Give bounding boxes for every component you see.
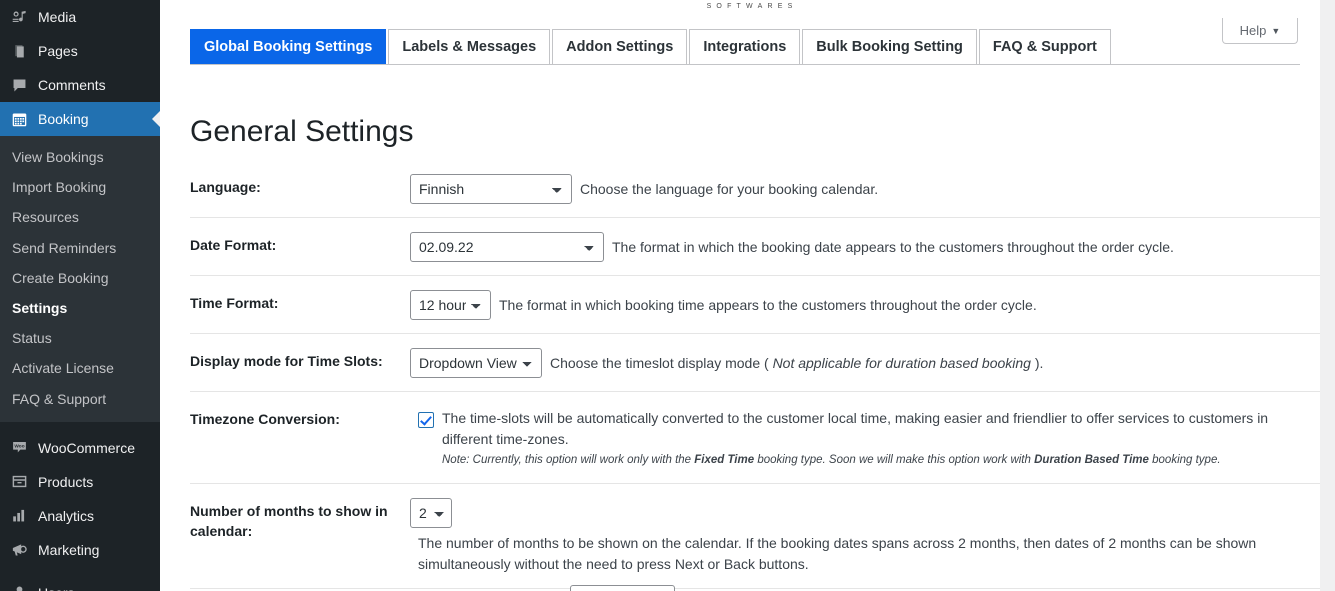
time-format-label: Time Format: xyxy=(190,295,279,311)
analytics-icon xyxy=(9,506,29,526)
language-select[interactable]: Finnish xyxy=(410,174,572,204)
timezone-conversion-label: Timezone Conversion: xyxy=(190,411,340,427)
setting-row-time-format: Time Format: 12 hour The format in which… xyxy=(190,276,1320,334)
display-mode-desc-emphasis: Not applicable for duration based bookin… xyxy=(772,355,1031,371)
submenu-item-status[interactable]: Status xyxy=(0,323,160,353)
display-mode-select[interactable]: Dropdown View xyxy=(410,348,542,378)
sidebar-item-label: Comments xyxy=(38,77,106,93)
brand-sub-text: SOFTWARES xyxy=(706,3,798,10)
tyche-softwares-logo: TYCHE SOFTWARES xyxy=(650,0,850,12)
tabs-underline xyxy=(190,64,1300,65)
setting-row-date-format: Date Format: 02.09.22 The format in whic… xyxy=(190,218,1320,276)
date-format-description: The format in which the booking date app… xyxy=(612,239,1174,255)
submenu-item-create-booking[interactable]: Create Booking xyxy=(0,263,160,293)
date-format-select[interactable]: 02.09.22 xyxy=(410,232,604,262)
sidebar-item-label: Products xyxy=(38,473,94,490)
users-icon xyxy=(9,583,29,591)
sidebar-item-booking[interactable]: Booking xyxy=(0,102,160,136)
date-format-label: Date Format: xyxy=(190,237,277,253)
submenu-item-send-reminders[interactable]: Send Reminders xyxy=(0,233,160,263)
active-menu-arrow-icon xyxy=(152,111,160,127)
help-label: Help xyxy=(1239,23,1267,38)
tz-note-bold-fixed-time: Fixed Time xyxy=(694,454,755,467)
sidebar-item-media[interactable]: Media xyxy=(0,0,160,34)
tab-bulk-booking-setting[interactable]: Bulk Booking Setting xyxy=(802,29,977,65)
settings-table: Language: Finnish Choose the language fo… xyxy=(190,160,1320,589)
months-count-select[interactable]: 2 xyxy=(410,497,452,528)
setting-row-language: Language: Finnish Choose the language fo… xyxy=(190,160,1320,218)
display-mode-label: Display mode for Time Slots: xyxy=(190,353,383,369)
sidebar-separator xyxy=(0,421,160,431)
sidebar-item-label: Analytics xyxy=(38,507,95,524)
tz-note-after: booking type. xyxy=(1148,454,1221,467)
sidebar-item-woocommerce[interactable]: Woo WooCommerce xyxy=(0,431,160,465)
admin-sidebar: Media Pages Comments Booking View Bookin… xyxy=(0,0,160,591)
sidebar-top-menu: Media Pages Comments Booking xyxy=(0,0,160,136)
timezone-conversion-description: The time-slots will be automatically con… xyxy=(442,410,1269,447)
sidebar-item-label: Media xyxy=(38,9,77,25)
sidebar-item-pages[interactable]: Pages xyxy=(0,34,160,68)
settings-tabs: Global Booking Settings Labels & Message… xyxy=(190,29,1113,65)
submenu-item-resources[interactable]: Resources xyxy=(0,202,160,232)
submenu-item-import-booking[interactable]: Import Booking xyxy=(0,172,160,202)
chevron-down-icon: ▼ xyxy=(1271,25,1281,36)
tab-faq-support[interactable]: FAQ & Support xyxy=(978,29,1111,65)
woocommerce-icon: Woo xyxy=(9,438,29,458)
sidebar-item-users[interactable]: Users xyxy=(0,576,160,591)
sidebar-item-label: Marketing xyxy=(38,541,100,558)
page-title: General Settings xyxy=(190,115,414,149)
timezone-conversion-checkbox[interactable] xyxy=(418,412,434,428)
tab-integrations[interactable]: Integrations xyxy=(689,29,801,65)
sidebar-item-label: Users xyxy=(38,586,75,591)
settings-card: TYCHE SOFTWARES Help ▼ Global Booking Se… xyxy=(160,0,1320,591)
submenu-item-activate-license[interactable]: Activate License xyxy=(0,353,160,383)
main-content: TYCHE SOFTWARES Help ▼ Global Booking Se… xyxy=(160,0,1335,591)
display-mode-desc-after: ). xyxy=(1030,355,1044,371)
comments-icon xyxy=(9,75,29,95)
language-description: Choose the language for your booking cal… xyxy=(580,181,879,197)
products-icon xyxy=(9,472,29,492)
svg-text:Woo: Woo xyxy=(14,444,24,450)
admin-page: Media Pages Comments Booking View Bookin… xyxy=(0,0,1335,591)
sidebar-item-label: WooCommerce xyxy=(38,439,135,456)
sidebar-item-comments[interactable]: Comments xyxy=(0,68,160,102)
time-format-select[interactable]: 12 hour xyxy=(410,290,491,320)
sidebar-item-label: Booking xyxy=(38,111,89,127)
tab-labels-messages[interactable]: Labels & Messages xyxy=(388,29,551,65)
submenu-item-faq-support[interactable]: FAQ & Support xyxy=(0,384,160,414)
submenu-item-settings[interactable]: Settings xyxy=(0,293,160,323)
booking-submenu: View Bookings Import Booking Resources S… xyxy=(0,136,160,422)
marketing-megaphone-icon xyxy=(9,540,29,560)
time-format-description: The format in which booking time appears… xyxy=(499,297,1037,313)
sidebar-item-products[interactable]: Products xyxy=(0,465,160,499)
pages-icon xyxy=(9,41,29,61)
help-button[interactable]: Help ▼ xyxy=(1222,18,1298,44)
setting-row-months-count: Number of months to show in calendar: 2 … xyxy=(190,484,1320,589)
tab-addon-settings[interactable]: Addon Settings xyxy=(552,29,688,65)
months-count-label: Number of months to show in calendar: xyxy=(190,502,388,539)
sidebar-item-label: Pages xyxy=(38,43,78,59)
timezone-conversion-note: Note: Currently, this option will work o… xyxy=(442,452,1314,469)
setting-row-display-mode: Display mode for Time Slots: Dropdown Vi… xyxy=(190,334,1320,392)
sidebar-item-marketing[interactable]: Marketing xyxy=(0,533,160,567)
display-mode-desc-before: Choose the timeslot display mode ( xyxy=(550,355,773,371)
tz-note-before: Note: Currently, this option will work o… xyxy=(442,454,695,467)
tab-global-booking-settings[interactable]: Global Booking Settings xyxy=(190,29,387,65)
tz-note-bold-duration-based: Duration Based Time xyxy=(1034,454,1149,467)
timezone-conversion-description-block: The time-slots will be automatically con… xyxy=(434,406,1314,470)
media-icon xyxy=(9,7,29,27)
display-mode-description: Choose the timeslot display mode ( Not a… xyxy=(542,348,1043,374)
language-label: Language: xyxy=(190,179,261,195)
sidebar-item-analytics[interactable]: Analytics xyxy=(0,499,160,533)
sidebar-bottom-menu: Woo WooCommerce Products Analytics Marke… xyxy=(0,431,160,591)
calendar-icon xyxy=(9,109,29,129)
setting-row-timezone-conversion: Timezone Conversion: The time-slots will… xyxy=(190,392,1320,484)
brand-bar: TYCHE SOFTWARES xyxy=(160,0,1320,22)
tz-note-middle: booking type. Soon we will make this opt… xyxy=(754,454,1035,467)
submenu-item-view-bookings[interactable]: View Bookings xyxy=(0,142,160,172)
next-setting-field-partial[interactable] xyxy=(570,585,675,591)
months-count-description: The number of months to be shown on the … xyxy=(418,534,1257,572)
